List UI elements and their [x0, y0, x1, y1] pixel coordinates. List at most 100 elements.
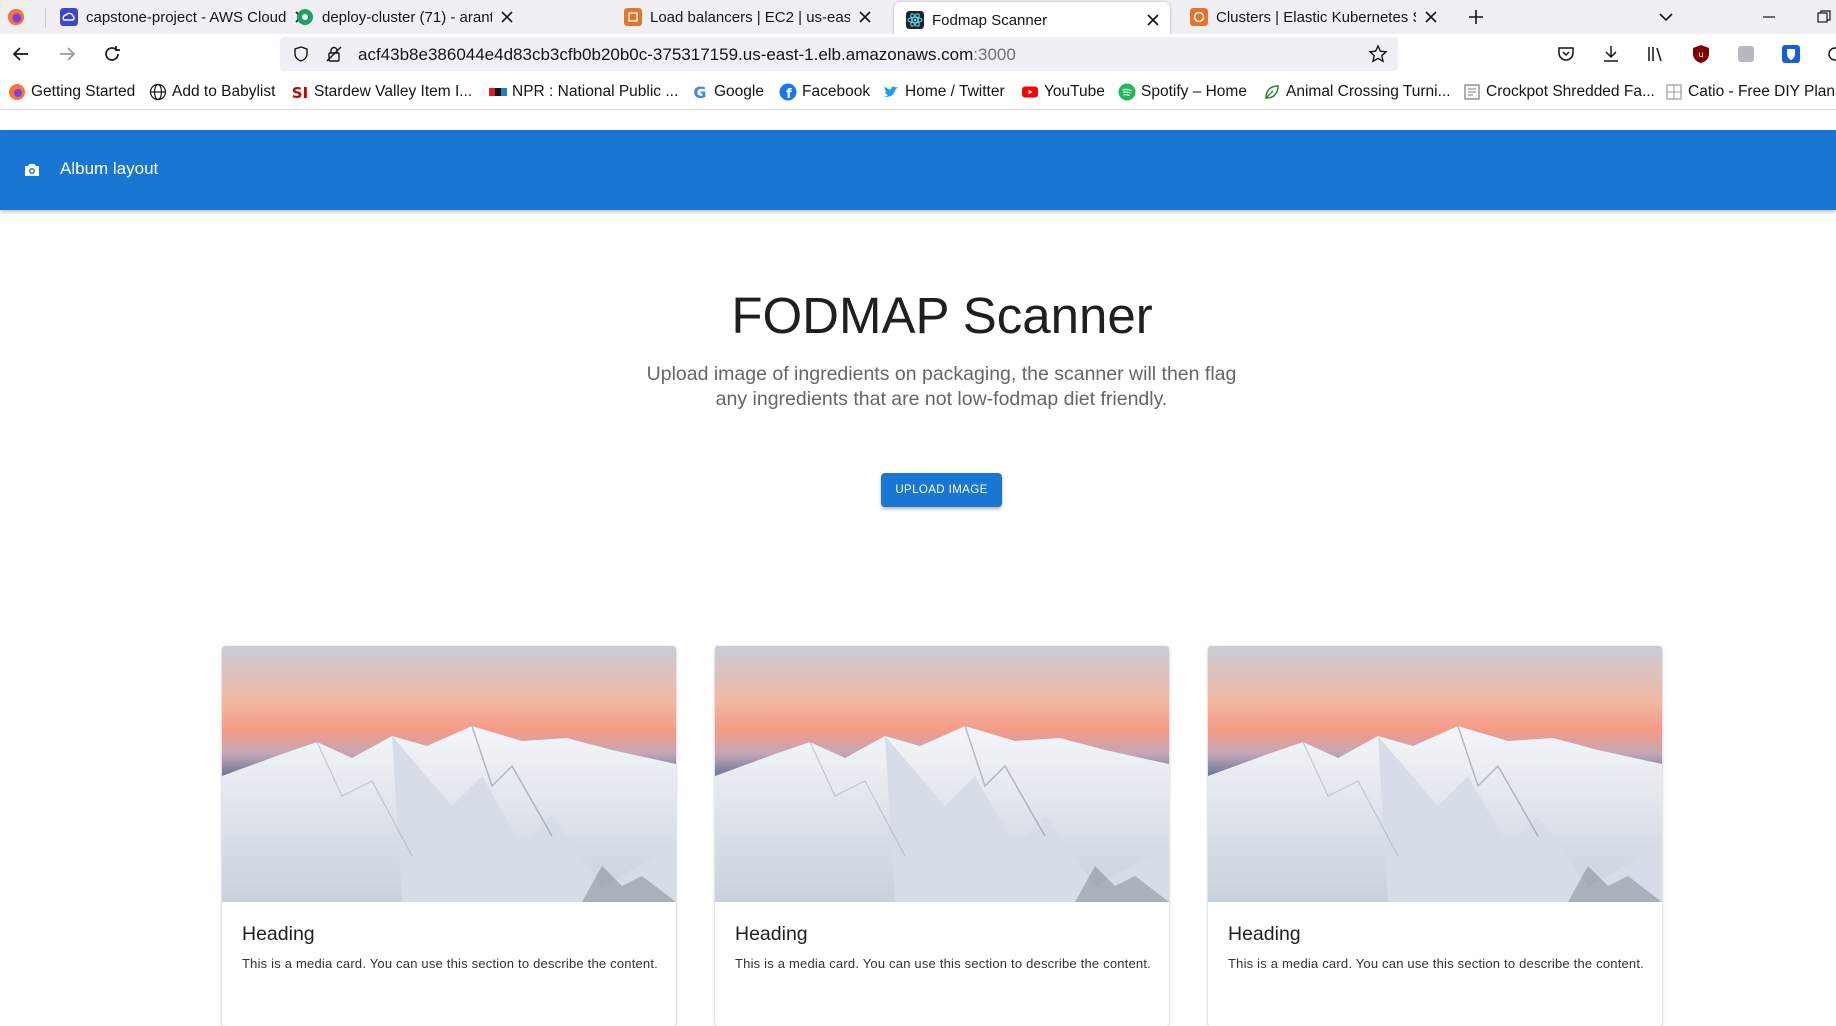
- star-icon[interactable]: [1368, 44, 1388, 64]
- upload-image-button[interactable]: UPLOAD IMAGE: [881, 473, 1002, 507]
- eks-icon: [1190, 8, 1208, 26]
- library-icon[interactable]: [1645, 43, 1667, 65]
- firefox-icon: [9, 84, 25, 100]
- bookmark-label: Stardew Valley Item I...: [314, 83, 473, 100]
- bookmark-label: Home / Twitter: [905, 83, 1005, 100]
- pocket-icon[interactable]: [1555, 43, 1577, 65]
- close-icon[interactable]: [856, 8, 874, 26]
- ec2-icon: [624, 8, 642, 26]
- circleci-icon: [297, 9, 313, 25]
- leaf-icon: [1265, 85, 1279, 99]
- svg-text:u: u: [1698, 50, 1703, 59]
- bookmark-label: Add to Babylist: [172, 83, 276, 100]
- tab-eks-clusters[interactable]: Clusters | Elastic Kubernetes Ser: [1178, 0, 1448, 34]
- bitwarden-icon[interactable]: [1780, 43, 1802, 65]
- bookmark-label: Catio - Free DIY Plans ...: [1688, 83, 1836, 100]
- tab-title: deploy-cluster (71) - arantzaf/f: [322, 8, 492, 26]
- bookmark-label: Facebook: [802, 83, 871, 100]
- mountain-image: [1208, 646, 1662, 902]
- restore-icon[interactable]: [1815, 8, 1833, 26]
- cloud9-icon: [60, 8, 78, 26]
- camera-icon: [25, 164, 39, 176]
- navigation-toolbar: acf43b8e386044e4d83cb3cfb0b20b0c-3753171…: [0, 34, 1836, 74]
- bookmark-spotify[interactable]: Spotify – Home: [1118, 82, 1247, 102]
- reload-icon[interactable]: [101, 43, 123, 65]
- bookmark-google[interactable]: G Google: [691, 82, 764, 102]
- shield-icon[interactable]: [292, 45, 310, 63]
- svg-text:f: f: [786, 87, 792, 101]
- svg-text:SI: SI: [292, 84, 308, 101]
- forward-icon[interactable]: [56, 43, 78, 65]
- bookmark-stardew-valley[interactable]: SI Stardew Valley Item I...: [291, 82, 472, 102]
- globe-icon: [149, 83, 167, 101]
- card-description: This is a media card. You can use this s…: [242, 956, 658, 971]
- back-icon[interactable]: [10, 43, 32, 65]
- card-description: This is a media card. You can use this s…: [1228, 956, 1644, 971]
- bookmark-label: Spotify – Home: [1141, 83, 1247, 100]
- tab-deploy-cluster[interactable]: deploy-cluster (71) - arantzaf/f: [284, 0, 524, 34]
- app-title: Album layout: [60, 159, 159, 178]
- bookmarks-bar: Getting Started Add to Babylist SI Stard…: [0, 74, 1836, 110]
- recipe-icon: [1464, 84, 1480, 100]
- mountain-image: [715, 646, 1169, 902]
- ublock-icon[interactable]: u: [1690, 43, 1712, 65]
- bookmark-label: Animal Crossing Turni...: [1286, 83, 1451, 100]
- media-card[interactable]: Heading This is a media card. You can us…: [715, 646, 1169, 1026]
- bookmark-label: YouTube: [1044, 83, 1105, 100]
- tab-separator: [45, 8, 46, 28]
- tab-cloud9[interactable]: capstone-project - AWS Cloud9: [48, 0, 318, 34]
- react-icon: [906, 11, 924, 29]
- bookmark-crockpot[interactable]: Crockpot Shredded Fa...: [1463, 82, 1655, 102]
- extension-icon[interactable]: [1735, 43, 1757, 65]
- page-title: FODMAP Scanner: [731, 287, 1153, 344]
- tab-fodmap-scanner[interactable]: Fodmap Scanner: [894, 2, 1170, 38]
- card-heading: Heading: [735, 923, 808, 945]
- minimize-icon[interactable]: [1760, 8, 1778, 26]
- tab-title: capstone-project - AWS Cloud9: [86, 8, 286, 26]
- firefox-icon[interactable]: [6, 8, 26, 26]
- bookmark-add-to-babylist[interactable]: Add to Babylist: [149, 82, 275, 102]
- address-bar[interactable]: acf43b8e386044e4d83cb3cfb0b20b0c-3753171…: [280, 37, 1398, 71]
- bookmark-youtube[interactable]: YouTube: [1021, 82, 1105, 102]
- insecure-lock-icon[interactable]: [325, 45, 343, 63]
- bookmark-label: NPR : National Public ...: [512, 83, 679, 100]
- google-icon: G: [693, 83, 706, 101]
- spotify-icon: [1118, 83, 1136, 101]
- bookmark-catio[interactable]: Catio - Free DIY Plans ...: [1665, 82, 1836, 102]
- facebook-icon: f: [779, 83, 797, 101]
- bookmark-npr[interactable]: NPR : National Public ...: [489, 82, 678, 102]
- url-port: :3000: [973, 45, 1016, 64]
- chevron-down-icon[interactable]: [1655, 6, 1677, 28]
- tab-strip: capstone-project - AWS Cloud9 deploy-clu…: [0, 0, 1836, 38]
- download-icon[interactable]: [1600, 43, 1622, 65]
- catio-icon: [1666, 84, 1682, 100]
- tab-load-balancers[interactable]: Load balancers | EC2 | us-east-1: [612, 0, 882, 34]
- new-tab-icon[interactable]: [1465, 6, 1487, 28]
- svg-text:G: G: [693, 83, 706, 101]
- bookmark-label: Google: [714, 83, 764, 100]
- card-description: This is a media card. You can use this s…: [735, 956, 1151, 971]
- tab-title: Fodmap Scanner: [932, 11, 1048, 29]
- bookmark-facebook[interactable]: f Facebook: [779, 82, 870, 102]
- url-text[interactable]: acf43b8e386044e4d83cb3cfb0b20b0c-3753171…: [358, 45, 1016, 65]
- bookmark-animal-crossing[interactable]: Animal Crossing Turni...: [1263, 82, 1451, 102]
- card-heading: Heading: [242, 923, 315, 945]
- mountain-image: [222, 646, 676, 902]
- tab-title: Clusters | Elastic Kubernetes Ser: [1216, 8, 1416, 26]
- page-subtitle: Upload image of ingredients on packaging…: [646, 363, 1237, 410]
- bookmark-getting-started[interactable]: Getting Started: [8, 82, 135, 102]
- close-icon[interactable]: [1144, 11, 1162, 29]
- bookmark-label: Getting Started: [31, 83, 136, 100]
- extensions-icon[interactable]: [1824, 43, 1836, 65]
- youtube-icon: [1022, 86, 1038, 98]
- app-bar: Album layout: [0, 130, 1836, 210]
- close-icon[interactable]: [1422, 8, 1440, 26]
- bookmark-label: Crockpot Shredded Fa...: [1486, 83, 1655, 100]
- media-card[interactable]: Heading This is a media card. You can us…: [222, 646, 676, 1026]
- bookmark-twitter[interactable]: Home / Twitter: [882, 82, 1005, 102]
- media-card[interactable]: Heading This is a media card. You can us…: [1208, 646, 1662, 1026]
- npr-icon: [489, 88, 507, 96]
- card-heading: Heading: [1228, 923, 1301, 945]
- close-icon[interactable]: [498, 8, 516, 26]
- url-host: acf43b8e386044e4d83cb3cfb0b20b0c-3753171…: [358, 45, 974, 64]
